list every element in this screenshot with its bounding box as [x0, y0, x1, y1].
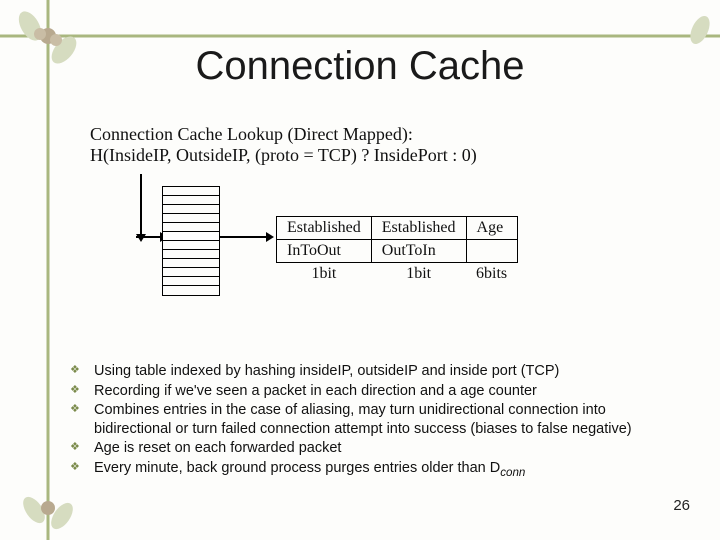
- entry-col2-size: 6bits: [466, 263, 517, 286]
- page-number: 26: [673, 497, 690, 514]
- diagram-caption-line1: Connection Cache Lookup (Direct Mapped):: [90, 124, 630, 145]
- hash-arrow-down: [140, 174, 142, 234]
- decor-bottom-left: [0, 480, 100, 540]
- select-arrow: [136, 236, 160, 238]
- entry-col0-size: 1bit: [277, 263, 372, 286]
- decor-left-rule: [45, 80, 51, 500]
- entry-col1-h: Established: [371, 217, 466, 240]
- entry-table: Established Established Age InToOut OutT…: [276, 216, 518, 285]
- entry-col0-s: InToOut: [277, 240, 372, 263]
- entry-col0-h: Established: [277, 217, 372, 240]
- slide-title: Connection Cache: [0, 44, 720, 89]
- entry-col1-size: 1bit: [371, 263, 466, 286]
- bullet-list: Using table indexed by hashing insideIP,…: [66, 362, 686, 481]
- bullet-item: Every minute, back ground process purges…: [66, 459, 686, 481]
- decor-top-rule: [120, 33, 720, 39]
- entry-col1-s: OutToIn: [371, 240, 466, 263]
- bullet-item: Using table indexed by hashing insideIP,…: [66, 362, 686, 381]
- entry-arrow: [220, 236, 266, 238]
- bullet-item: Age is reset on each forwarded packet: [66, 439, 686, 458]
- entry-col2-h: Age: [466, 217, 517, 240]
- entry-col2-s: [466, 240, 517, 263]
- bullet-item: Combines entries in the case of aliasing…: [66, 401, 686, 438]
- hash-table: [162, 186, 220, 296]
- diagram-caption-line2: H(InsideIP, OutsideIP, (proto = TCP) ? I…: [90, 145, 630, 166]
- diagram: Connection Cache Lookup (Direct Mapped):…: [90, 124, 630, 312]
- bullet-item: Recording if we've seen a packet in each…: [66, 382, 686, 401]
